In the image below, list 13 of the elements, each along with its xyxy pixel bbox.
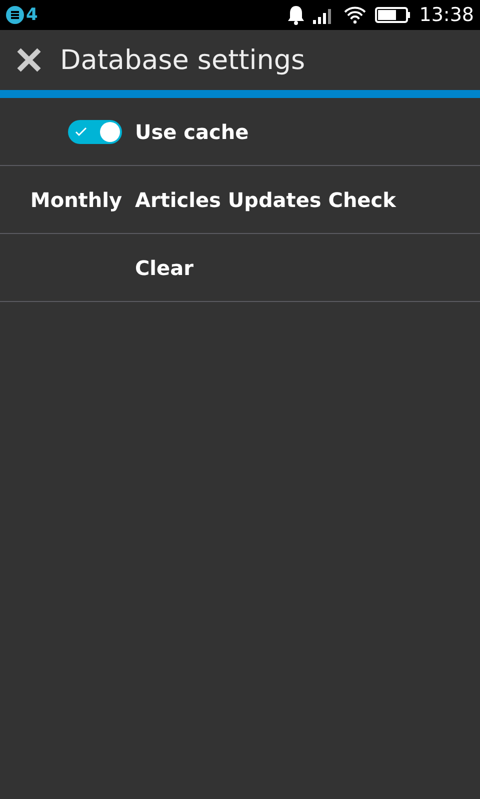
- toggle-switch[interactable]: [68, 120, 122, 144]
- menu-icon: [6, 6, 24, 24]
- setting-label[interactable]: Articles Updates Check: [135, 188, 396, 212]
- wifi-icon: [343, 6, 368, 24]
- clock-time: 13:38: [419, 4, 474, 26]
- notification-count: 4: [26, 5, 38, 25]
- check-icon: [75, 126, 87, 138]
- battery-icon: [375, 7, 412, 23]
- setting-value: Monthly: [30, 188, 122, 212]
- setting-label[interactable]: Use cache: [135, 120, 249, 144]
- page-title: Database settings: [60, 44, 306, 76]
- bell-icon: [287, 5, 306, 25]
- setting-label[interactable]: Clear: [135, 256, 194, 280]
